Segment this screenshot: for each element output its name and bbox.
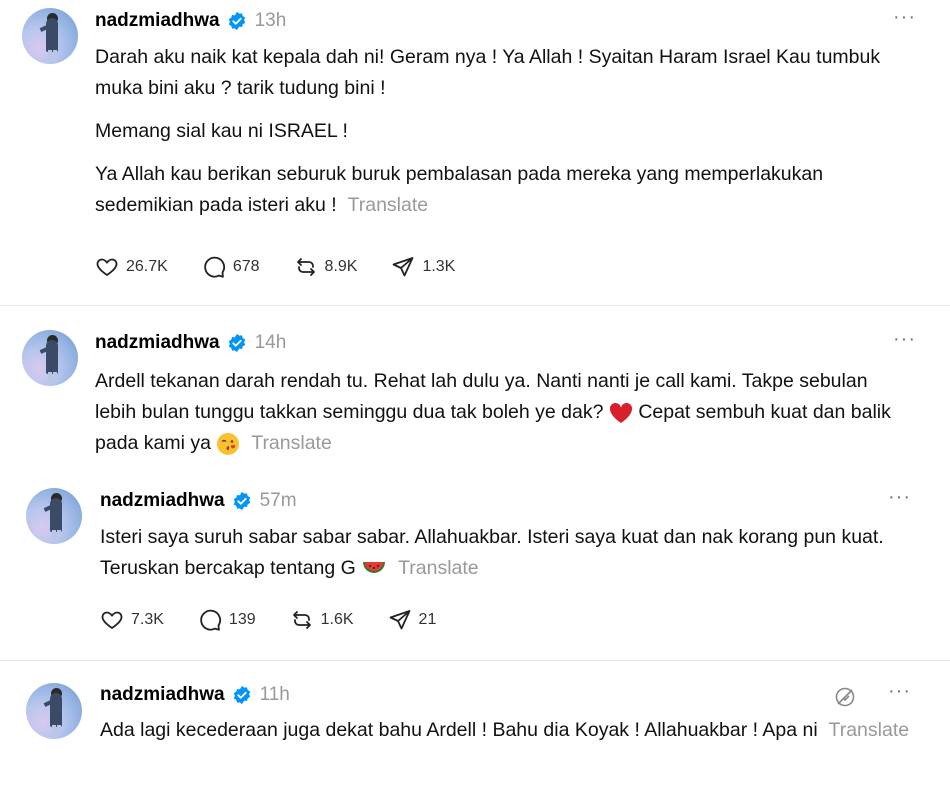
verified-badge-icon — [233, 491, 250, 511]
more-options-icon[interactable]: ··· — [888, 486, 911, 509]
post-text: Darah aku naik kat kepala dah ni! Geram … — [95, 42, 925, 221]
send-icon — [389, 610, 410, 630]
like-count: 26.7K — [126, 258, 168, 275]
post-text: Ardell tekanan darah rendah tu. Rehat la… — [95, 366, 895, 459]
post-paragraph-wrap: Isteri saya suruh sabar sabar sabar. All… — [100, 522, 900, 584]
timestamp: 11h — [259, 684, 290, 705]
post-paragraph-wrap: Ardell tekanan darah rendah tu. Rehat la… — [95, 366, 895, 459]
repost-count: 1.6K — [320, 611, 354, 628]
hide-icon[interactable] — [833, 685, 857, 709]
like-button[interactable]: 7.3K — [100, 608, 164, 632]
username[interactable]: nadzmiadhwa — [95, 332, 220, 354]
separator — [0, 305, 950, 306]
share-count: 21 — [418, 611, 437, 628]
verified-badge-icon — [228, 11, 245, 31]
post-actions: 26.7K 678 8.9K 1.3K — [95, 252, 489, 282]
reply-button[interactable]: 678 — [202, 255, 260, 279]
post-paragraph: Ya Allah kau berikan seburuk buruk pemba… — [95, 163, 824, 216]
verified-badge-icon — [228, 333, 245, 353]
comment-icon — [200, 609, 221, 631]
post-paragraph-wrap: Ada lagi kecederaan juga dekat bahu Arde… — [100, 715, 910, 746]
post-paragraph: Darah aku naik kat kepala dah ni! Geram … — [95, 46, 881, 99]
avatar[interactable] — [22, 8, 78, 64]
translate-link[interactable]: Translate — [251, 432, 332, 454]
send-icon — [393, 257, 414, 277]
post-text-a: Ada lagi kecederaan juga dekat bahu Arde… — [100, 719, 818, 741]
repost-button[interactable]: 8.9K — [294, 255, 358, 279]
repost-count: 8.9K — [324, 258, 358, 275]
more-options-icon[interactable]: ··· — [893, 328, 916, 351]
post-actions: 7.3K 139 1.6K 21 — [100, 605, 470, 635]
red-heart-icon — [609, 402, 632, 423]
share-button[interactable]: 1.3K — [391, 255, 455, 279]
avatar[interactable] — [26, 683, 82, 739]
translate-link[interactable]: Translate — [398, 557, 479, 579]
username[interactable]: nadzmiadhwa — [100, 490, 225, 512]
post-text-a: Isteri saya suruh sabar sabar sabar. All… — [100, 526, 884, 579]
comment-icon — [204, 256, 225, 278]
reply-count: 678 — [232, 258, 260, 275]
share-button[interactable]: 21 — [388, 608, 437, 632]
heart-icon — [101, 611, 123, 630]
reply-count: 139 — [228, 611, 256, 628]
like-button[interactable]: 26.7K — [95, 255, 168, 279]
avatar[interactable] — [26, 488, 82, 544]
timestamp: 14h — [254, 332, 287, 353]
post-text: Isteri saya suruh sabar sabar sabar. All… — [100, 522, 900, 584]
repost-icon — [292, 611, 311, 629]
heart-icon — [96, 258, 118, 277]
username[interactable]: nadzmiadhwa — [100, 684, 225, 706]
watermelon-icon — [363, 561, 386, 573]
separator — [0, 660, 950, 661]
more-options-icon[interactable]: ··· — [893, 6, 916, 29]
post-text: Ada lagi kecederaan juga dekat bahu Arde… — [100, 715, 910, 746]
kissing-face-icon — [217, 432, 240, 455]
timestamp: 57m — [259, 490, 297, 511]
avatar[interactable] — [22, 330, 78, 386]
translate-link[interactable]: Translate — [348, 194, 429, 216]
repost-button[interactable]: 1.6K — [290, 608, 354, 632]
repost-icon — [296, 258, 315, 276]
verified-badge-icon — [233, 685, 250, 705]
post-paragraph-wrap: Ya Allah kau berikan seburuk buruk pemba… — [95, 159, 925, 221]
username[interactable]: nadzmiadhwa — [95, 10, 220, 32]
like-count: 7.3K — [131, 611, 164, 628]
reply-button[interactable]: 139 — [198, 608, 256, 632]
translate-link[interactable]: Translate — [829, 719, 910, 741]
post-paragraph: Memang sial kau ni ISRAEL ! — [95, 120, 348, 142]
share-count: 1.3K — [422, 258, 456, 275]
more-options-icon[interactable]: ··· — [888, 680, 911, 703]
timestamp: 13h — [254, 10, 287, 31]
